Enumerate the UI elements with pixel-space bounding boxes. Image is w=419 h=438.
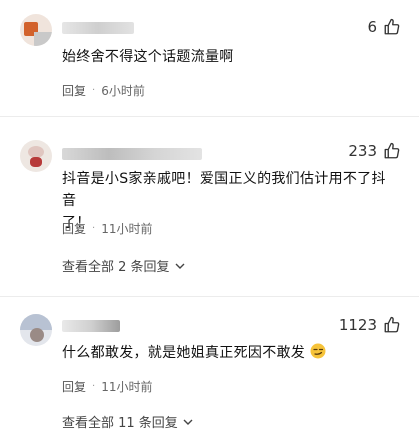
like-button[interactable]: 6: [367, 18, 401, 36]
separator-dot: ·: [92, 381, 96, 392]
avatar[interactable]: [20, 314, 52, 346]
timestamp: 11小时前: [101, 380, 153, 394]
thumb-up-icon: [384, 316, 400, 333]
like-count: 233: [348, 142, 377, 160]
comment-meta: 回复 · 6小时前: [62, 82, 145, 99]
thumb-up-icon: [384, 18, 400, 35]
timestamp: 6小时前: [101, 84, 145, 98]
view-all-replies-label: 查看全部 2 条回复: [62, 260, 170, 275]
comment-meta: 回复 · 11小时前: [62, 378, 152, 395]
view-all-replies-button[interactable]: 查看全部 2 条回复: [62, 256, 186, 275]
username-redacted[interactable]: [62, 320, 120, 332]
timestamp: 11小时前: [101, 222, 153, 236]
divider: [0, 116, 419, 117]
smirk-emoji-icon: [310, 343, 326, 359]
like-count: 1123: [338, 316, 377, 334]
comment-meta: 回复 · 11小时前: [62, 220, 152, 237]
reply-button[interactable]: 回复: [62, 220, 86, 237]
view-all-replies-button[interactable]: 查看全部 11 条回复: [62, 412, 194, 431]
comment-1: 6 始终舍不得这个话题流量啊 回复 · 6小时前: [0, 0, 419, 106]
like-button[interactable]: 233: [348, 142, 401, 160]
avatar[interactable]: [20, 14, 52, 46]
username-redacted[interactable]: [62, 22, 134, 34]
comment-text: 什么都敢发，就是她姐真正死因不敢发: [62, 342, 399, 364]
divider: [0, 296, 419, 297]
separator-dot: ·: [92, 223, 96, 234]
comment-text: 始终舍不得这个话题流量啊: [62, 49, 234, 65]
view-all-replies-label: 查看全部 11 条回复: [62, 416, 178, 431]
comment-3: 1123 什么都敢发，就是她姐真正死因不敢发 回复 · 11小时前 查看全部 1…: [0, 304, 419, 438]
chevron-down-icon: [175, 263, 185, 269]
reply-button[interactable]: 回复: [62, 378, 86, 395]
comment-2: 233 抖音是小S家亲戚吧！爱国正义的我们估计用不了抖音 了！ 回复 · 11小…: [0, 130, 419, 290]
username-redacted[interactable]: [62, 148, 202, 160]
comment-text-body: 什么都敢发，就是她姐真正死因不敢发: [62, 345, 306, 361]
chevron-down-icon: [183, 419, 193, 425]
like-button[interactable]: 1123: [339, 316, 401, 334]
reply-button[interactable]: 回复: [62, 82, 86, 99]
like-count: 6: [367, 18, 377, 36]
separator-dot: ·: [92, 85, 96, 96]
comment-text-line: 抖音是小S家亲戚吧！爱国正义的我们估计用不了抖音: [62, 171, 386, 209]
avatar[interactable]: [20, 140, 52, 172]
thumb-up-icon: [384, 142, 400, 159]
